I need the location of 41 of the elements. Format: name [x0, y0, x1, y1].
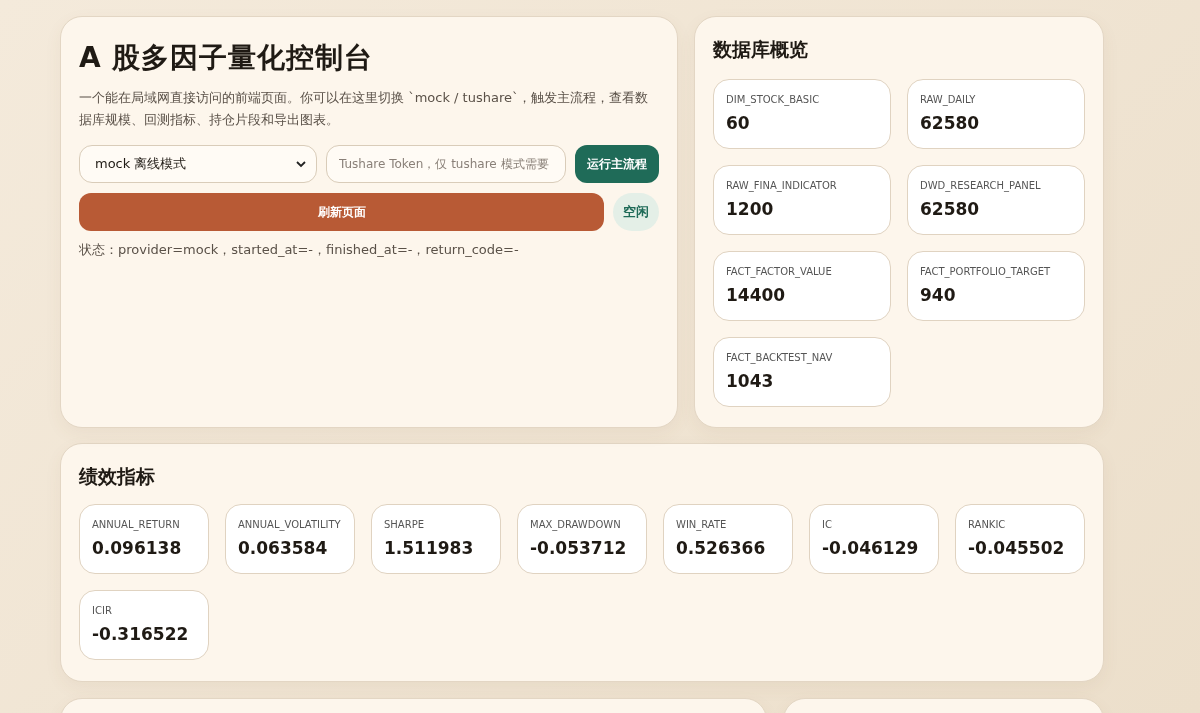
stat-label: RAW_FINA_INDICATOR	[726, 180, 838, 191]
metric-value: -0.316522	[92, 624, 190, 644]
metric-value: -0.046129	[822, 538, 920, 558]
stat-label: FACT_BACKTEST_NAV	[726, 352, 834, 363]
mode-select[interactable]: mock 离线模式	[79, 145, 317, 183]
stat-label: FACT_PORTFOLIO_TARGET	[920, 266, 1052, 277]
token-input-field[interactable]: Tushare Token，仅 tushare 模式需要	[326, 145, 566, 183]
status-badge: 空闲	[613, 193, 659, 231]
metric-value: -0.045502	[968, 538, 1066, 558]
page-title: A 股多因子量化控制台	[79, 40, 375, 76]
description-text: 一个能在局域网直接访问的前端页面。你可以在这里切换 `mock / tushare`，触发主流程，查看数据库规模、回测指标、持仓片段和导出图表。	[79, 89, 650, 129]
metric-label: MAX_DRAWDOWN	[530, 519, 622, 530]
section-title: 绩效指标	[79, 464, 156, 489]
metric-value: 0.063584	[238, 538, 329, 558]
stat-value: 14400	[726, 285, 787, 305]
stat-value: 940	[920, 285, 957, 305]
refresh-button[interactable]: 刷新页面	[79, 193, 604, 231]
stat-value: 1200	[726, 199, 775, 219]
metric-label: ICIR	[92, 605, 113, 616]
metric-label: SHARPE	[384, 519, 425, 530]
metric-value: 0.096138	[92, 538, 183, 558]
metric-label: WIN_RATE	[676, 519, 728, 530]
metric-label: ANNUAL_RETURN	[92, 519, 181, 530]
stat-label: DIM_STOCK_BASIC	[726, 94, 821, 105]
stat-label: RAW_DAILY	[920, 94, 977, 105]
status-text: 状态：provider=mock，started_at=-，finished_at=-，return_code=-	[79, 241, 520, 259]
metric-label: RANKIC	[968, 519, 1007, 530]
stat-value: 62580	[920, 199, 981, 219]
stat-label: FACT_FACTOR_VALUE	[726, 266, 833, 277]
stat-label: DWD_RESEARCH_PANEL	[920, 180, 1042, 191]
metric-value: -0.053712	[530, 538, 628, 558]
stat-value: 60	[726, 113, 751, 133]
metric-value: 1.511983	[384, 538, 475, 558]
metric-label: ANNUAL_VOLATILITY	[238, 519, 342, 530]
stat-value: 62580	[920, 113, 981, 133]
run-button[interactable]: 运行主流程	[575, 145, 659, 183]
section-title: 数据库概览	[713, 37, 809, 62]
caret-icon	[296, 160, 306, 168]
metric-label: IC	[822, 519, 833, 530]
stat-value: 1043	[726, 371, 775, 391]
metric-value: 0.526366	[676, 538, 767, 558]
